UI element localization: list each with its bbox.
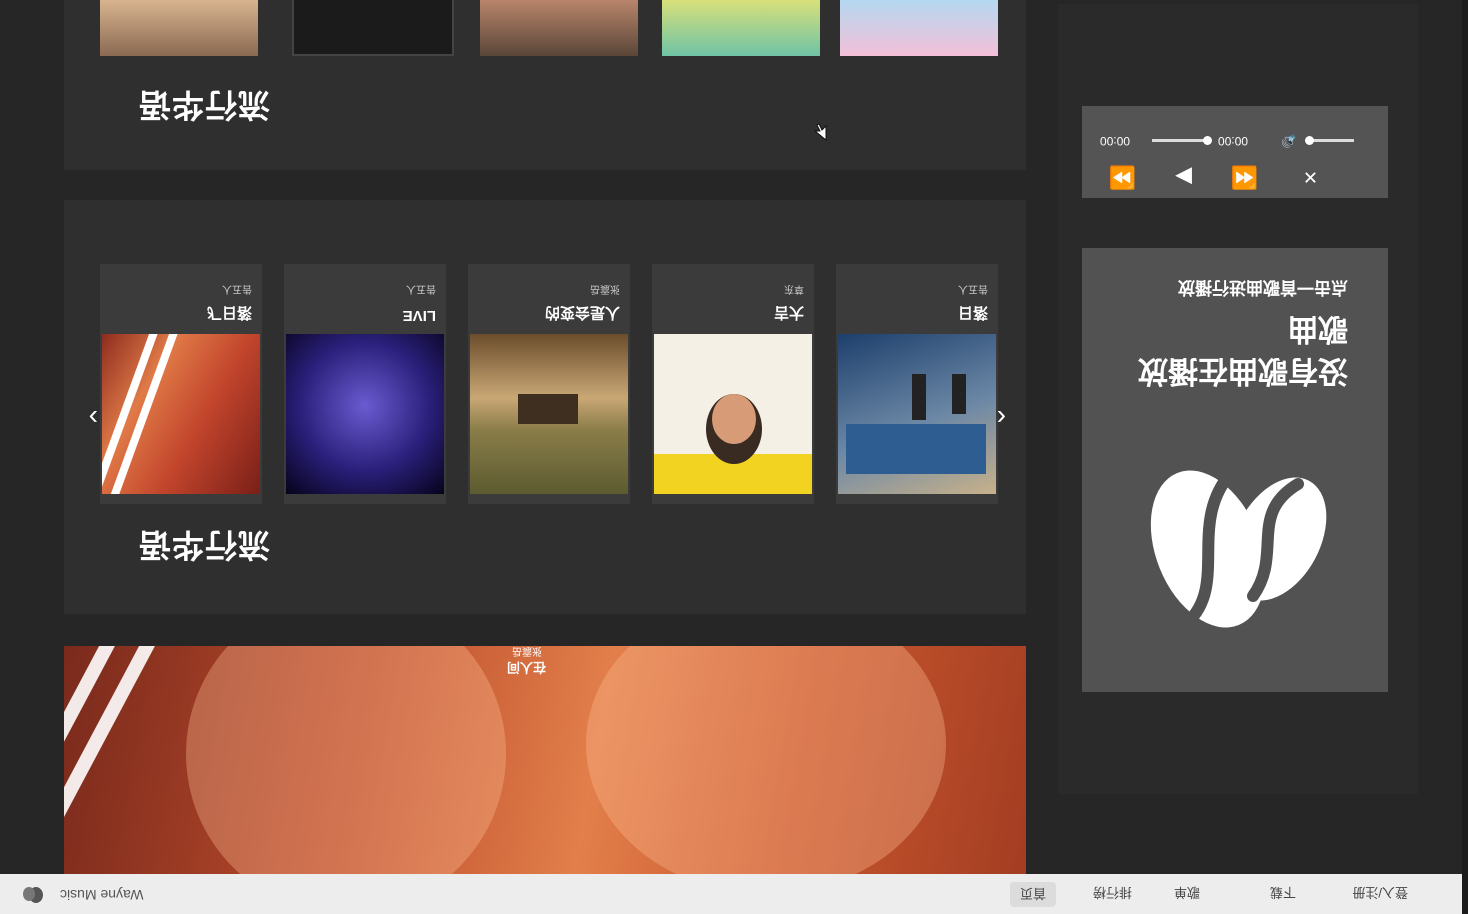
volume-slider[interactable] (1305, 136, 1354, 145)
album-cover-partial[interactable] (100, 0, 258, 56)
album-artist: 草东 (784, 283, 804, 294)
section-popular: 流行华语 ‹ › 落日 告五人 大吉 草东 人是会变的 张震岳 LIVE 告五人… (64, 200, 1026, 614)
album-artist: 告五人 (222, 283, 252, 294)
carousel-next-arrow[interactable]: › (89, 403, 98, 434)
rewind-icon[interactable]: ⏪ (1231, 165, 1258, 190)
window-edge (1462, 0, 1468, 914)
album-cover-partial[interactable] (292, 0, 454, 56)
album-card[interactable]: 落日 告五人 (836, 264, 998, 504)
album-cover (838, 334, 996, 494)
hero-caption-artist: 张震岳 (512, 646, 542, 656)
top-navbar: 登入/注册 下载 歌单 排行榜 首页 Wayne Music (0, 874, 1468, 914)
logo-icon[interactable] (22, 886, 44, 904)
album-cover (654, 334, 812, 494)
album-cover-partial[interactable] (840, 0, 998, 56)
album-cover-partial[interactable] (662, 0, 820, 56)
progress-thumb[interactable] (1203, 136, 1212, 145)
album-title: 落日 (957, 304, 988, 321)
mouse-cursor-icon (813, 123, 827, 142)
now-playing-status: 没有歌曲在播放 (1138, 354, 1348, 387)
hero-figure-left (586, 646, 946, 874)
album-cover (470, 334, 628, 494)
now-playing-hint: 点击一首歌曲进行播放 (1178, 278, 1348, 297)
current-time: 00:00 (1099, 134, 1130, 148)
nav-login[interactable]: 登入/注册 (1352, 884, 1408, 903)
volume-icon[interactable]: 🔊 (1281, 134, 1296, 148)
album-title: 落日飞 (206, 304, 252, 321)
section-title: 流行华语 (137, 87, 270, 123)
fast-forward-icon[interactable]: ⏩ (1109, 165, 1136, 190)
album-artist: 张震岳 (590, 283, 620, 294)
album-cover (102, 334, 260, 494)
hero-banner[interactable]: 在人间 张震岳 (64, 646, 1026, 874)
album-title: 大吉 (773, 304, 804, 321)
album-cover-partial[interactable] (480, 0, 638, 56)
play-icon[interactable]: ▶ (1175, 165, 1192, 190)
carousel-prev-arrow[interactable]: ‹ (997, 403, 1006, 434)
app-root: 登入/注册 下载 歌单 排行榜 首页 Wayne Music 在人间 张震岳 流… (0, 0, 1468, 914)
album-title: LIVE (402, 307, 436, 324)
section-title: 流行华语 (137, 527, 270, 563)
brand-name[interactable]: Wayne Music (60, 887, 144, 903)
nav-playlist[interactable]: 歌单 (1174, 884, 1200, 903)
total-time: 00:00 (1217, 134, 1248, 148)
shuffle-icon[interactable]: ✕ (1303, 167, 1318, 187)
album-artist: 告五人 (958, 283, 988, 294)
nav-home[interactable]: 首页 (1009, 882, 1056, 907)
now-playing-card: 没有歌曲在播放 歌曲 点击一首歌曲进行播放 (1082, 248, 1388, 692)
album-card[interactable]: LIVE 告五人 (284, 264, 446, 504)
coffee-bean-icon (1150, 468, 1327, 628)
album-card[interactable]: 人是会变的 张震岳 (468, 264, 630, 504)
album-cover (286, 334, 444, 494)
nav-download[interactable]: 下载 (1270, 884, 1296, 903)
nav-charts[interactable]: 排行榜 (1093, 884, 1132, 903)
progress-bar[interactable] (1152, 136, 1212, 145)
now-playing-label: 歌曲 (1288, 312, 1348, 345)
volume-thumb[interactable] (1305, 136, 1314, 145)
hero-stripe-1 (64, 646, 156, 874)
album-title: 人是会变的 (544, 304, 620, 321)
album-card[interactable]: 落日飞 告五人 (100, 264, 262, 504)
album-artist: 告五人 (406, 283, 436, 294)
album-card[interactable]: 大吉 草东 (652, 264, 814, 504)
audio-player: ✕ ⏪ ▶ ⏩ 00:00 00:00 🔊 (1082, 106, 1388, 198)
hero-figure-right (186, 646, 506, 874)
hero-caption-title: 在人间 (506, 660, 546, 675)
